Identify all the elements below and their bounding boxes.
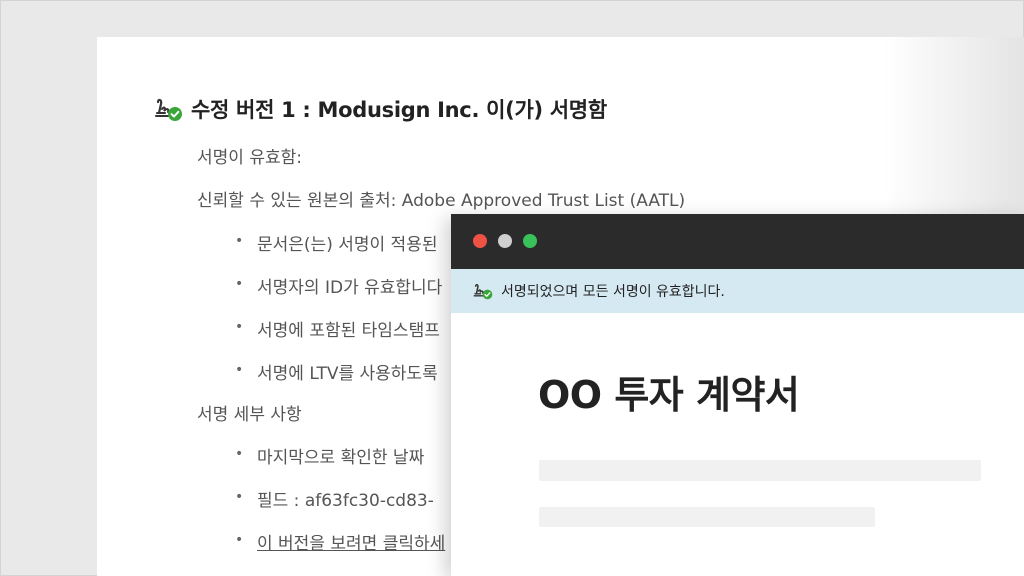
window-titlebar[interactable] <box>451 214 1024 269</box>
details-heading: 서명 세부 사항 <box>197 405 302 425</box>
view-version-link[interactable]: 이 버전을 보려면 클릭하세 <box>257 534 445 554</box>
document-title: OO 투자 계약서 <box>538 373 800 417</box>
signature-valid-text: 서명이 유효함: <box>197 148 302 168</box>
signature-title: 수정 버전 1 : Modusign Inc. 이(가) 서명함 <box>191 98 607 122</box>
text-placeholder-line <box>539 460 981 481</box>
banner-text: 서명되었으며 모든 서명이 유효합니다. <box>501 284 725 300</box>
signature-check-icon <box>155 98 182 121</box>
text-placeholder-line <box>539 507 875 527</box>
validity-item: 서명자의 ID가 유효합니다 <box>235 273 442 298</box>
window-close-dot[interactable] <box>473 234 487 248</box>
detail-item: 마지막으로 확인한 날짜 <box>235 443 424 468</box>
trust-source-text: 신뢰할 수 있는 원본의 출처: Adobe Approved Trust Li… <box>197 191 686 211</box>
window-minimize-dot[interactable] <box>498 234 512 248</box>
validity-item: 문서은(는) 서명이 적용된 <box>235 230 438 255</box>
document-viewer-window: 서명되었으며 모든 서명이 유효합니다. OO 투자 계약서 <box>451 214 1024 576</box>
signature-title-row[interactable]: 수정 버전 1 : Modusign Inc. 이(가) 서명함 <box>155 94 607 124</box>
signature-check-icon <box>473 284 493 300</box>
validity-item: 서명에 LTV를 사용하도록 <box>235 359 438 384</box>
view-version-item: 이 버전을 보려면 클릭하세 <box>235 529 445 554</box>
detail-item: 필드 : af63fc30-cd83- <box>235 486 434 511</box>
signature-status-banner[interactable]: 서명되었으며 모든 서명이 유효합니다. <box>451 269 1024 313</box>
window-maximize-dot[interactable] <box>523 234 537 248</box>
validity-item: 서명에 포함된 타임스탬프 <box>235 316 440 341</box>
